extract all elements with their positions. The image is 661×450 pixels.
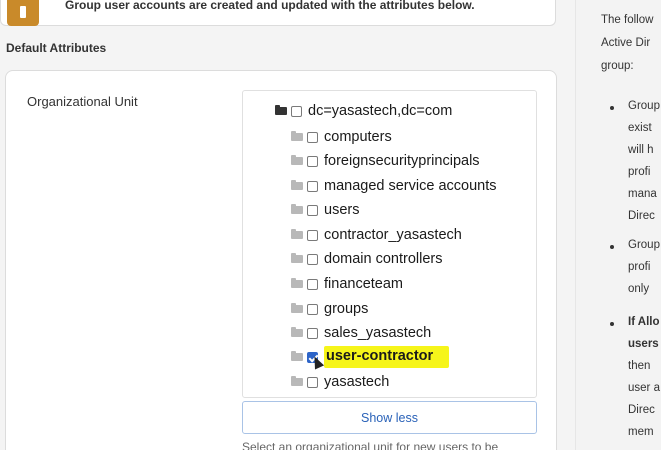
help-line: Direc (628, 404, 655, 416)
section-heading: Default Attributes (6, 41, 107, 55)
show-less-button[interactable]: Show less (242, 401, 537, 434)
notice-text: Group user accounts are created and upda… (65, 0, 475, 12)
help-panel: The follow Active Dir group: Group exist… (575, 0, 661, 450)
tree-checkbox[interactable] (307, 278, 318, 290)
tree-checkbox[interactable] (307, 327, 318, 339)
tree-item-contractor-yasastech[interactable]: contractor_yasastech (291, 224, 462, 246)
folder-icon (291, 180, 303, 190)
tree-item-label-selected: user-contractor (324, 346, 450, 368)
help-line: user a (628, 382, 660, 394)
help-line: mana (628, 188, 657, 200)
tree-checkbox[interactable] (307, 180, 318, 192)
tree-item-label: managed service accounts (324, 178, 497, 194)
info-icon (7, 0, 39, 26)
tree-checkbox[interactable] (307, 229, 318, 241)
tree-checkbox[interactable] (307, 204, 318, 216)
tree-root-item[interactable]: dc=yasastech,dc=com (275, 100, 452, 122)
tree-item-label: groups (324, 301, 369, 317)
bullet-icon (610, 106, 614, 110)
folder-icon (291, 131, 303, 141)
folder-open-icon (275, 105, 287, 115)
tree-item-financeteam[interactable]: financeteam (291, 273, 403, 295)
tree-item-users[interactable]: users (291, 199, 359, 221)
tree-item-yasastech[interactable]: yasastech (291, 371, 389, 393)
tree-item-label: computers (324, 129, 392, 145)
help-line: profi (628, 261, 651, 273)
folder-icon (291, 253, 303, 263)
main-panel: Group user accounts are created and upda… (0, 0, 575, 450)
info-notice: Group user accounts are created and upda… (0, 0, 556, 26)
tree-item-managed-service-accounts[interactable]: managed service accounts (291, 175, 497, 197)
folder-icon (291, 351, 303, 361)
bullet-icon (610, 322, 614, 326)
folder-icon (291, 376, 303, 386)
folder-icon (291, 204, 303, 214)
folder-icon (291, 327, 303, 337)
folder-icon (291, 155, 303, 165)
help-line: will h (628, 144, 654, 156)
tree-item-label: financeteam (324, 276, 403, 292)
help-line: Group (628, 239, 660, 251)
folder-icon (291, 303, 303, 313)
tree-item-sales-yasastech[interactable]: sales_yasastech (291, 322, 431, 344)
tree-checkbox[interactable] (307, 253, 318, 265)
tree-item-label: sales_yasastech (324, 325, 432, 341)
org-unit-label: Organizational Unit (27, 94, 138, 109)
help-line: The follow (601, 14, 654, 26)
help-line: Active Dir (601, 37, 651, 49)
folder-icon (291, 278, 303, 288)
tree-item-label: contractor_yasastech (324, 227, 462, 243)
tree-item-computers[interactable]: computers (291, 126, 392, 148)
help-line: mem (628, 426, 654, 438)
tree-item-label: users (324, 202, 360, 218)
help-line: Group (628, 100, 660, 112)
tree-checkbox[interactable] (307, 376, 318, 388)
tree-checkbox[interactable] (307, 131, 318, 143)
tree-item-label: domain controllers (324, 251, 443, 267)
tree-item-label: yasastech (324, 374, 390, 390)
tree-checkbox[interactable] (307, 303, 318, 315)
folder-icon (291, 229, 303, 239)
help-line: profi (628, 166, 651, 178)
help-line: exist (628, 122, 652, 134)
org-unit-helper-text: Select an organizational unit for new us… (242, 440, 499, 450)
help-line-bold: users (628, 338, 659, 350)
help-line: Direc (628, 210, 655, 222)
tree-item-label: foreignsecurityprincipals (324, 153, 480, 169)
tree-item-groups[interactable]: groups (291, 298, 368, 320)
tree-checkbox[interactable] (307, 155, 318, 167)
org-unit-tree[interactable]: dc=yasastech,dc=com computers foreignsec… (242, 90, 537, 398)
help-line-bold: If Allo (628, 316, 660, 328)
tree-root-label: dc=yasastech,dc=com (308, 103, 453, 119)
tree-item-domain-controllers[interactable]: domain controllers (291, 248, 442, 270)
bullet-icon (610, 245, 614, 249)
tree-item-foreignsecurityprincipals[interactable]: foreignsecurityprincipals (291, 150, 480, 172)
help-line: only (628, 283, 650, 295)
help-line: group: (601, 60, 634, 72)
help-line: then (628, 360, 651, 372)
root-checkbox[interactable] (291, 105, 302, 117)
